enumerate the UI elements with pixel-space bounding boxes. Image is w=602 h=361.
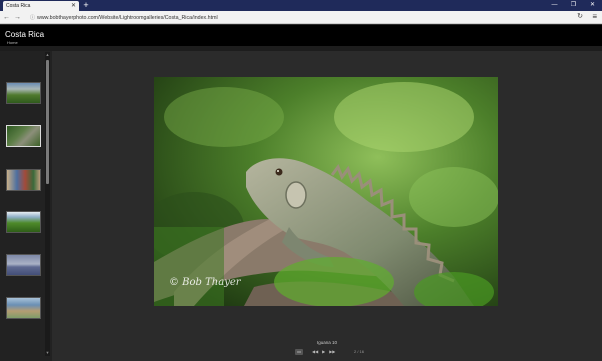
url-text[interactable]: www.bobthayerphoto.com/Website/Lightroom…	[37, 15, 218, 21]
play-icon[interactable]: ▶	[322, 349, 325, 355]
browser-toolbar: ← → ⓘ www.bobthayerphoto.com/Website/Lig…	[0, 11, 602, 24]
thumbnail-5[interactable]	[6, 254, 41, 276]
previous-icon[interactable]: ◀◀	[312, 349, 318, 355]
new-tab-button[interactable]: +	[82, 0, 90, 11]
slideshow-icon[interactable]: ▭	[295, 348, 303, 355]
tab-close-icon[interactable]: ✕	[71, 3, 76, 9]
minimize-icon[interactable]: —	[545, 0, 564, 11]
forward-icon[interactable]: →	[13, 12, 22, 23]
address-bar[interactable]: ⓘ www.bobthayerphoto.com/Website/Lightro…	[30, 13, 570, 22]
scrollbar-thumb[interactable]	[46, 60, 49, 184]
close-window-icon[interactable]: ✕	[583, 0, 602, 11]
browser-tab-strip: Costa Rica ✕ + — ❐ ✕	[0, 0, 602, 11]
iguana-photo-graphic	[154, 77, 498, 306]
thumbnail-2[interactable]	[6, 125, 41, 147]
thumbnail-3[interactable]	[6, 169, 41, 191]
scroll-up-icon[interactable]: ▲	[45, 52, 50, 57]
page-title: Costa Rica	[5, 30, 45, 39]
browser-tab[interactable]: Costa Rica ✕	[3, 1, 79, 11]
back-icon[interactable]: ←	[2, 12, 11, 23]
playback-controls: ▭ ◀◀ ▶ ▶▶	[295, 348, 339, 355]
reload-icon[interactable]: ↻	[577, 12, 583, 20]
scroll-down-icon[interactable]: ▼	[45, 350, 50, 355]
info-icon[interactable]: ⓘ	[30, 14, 35, 21]
thumbnail-4[interactable]	[6, 211, 41, 233]
home-link[interactable]: Home	[7, 40, 18, 45]
tab-title: Costa Rica	[6, 3, 31, 9]
photo-caption: Iguana 10	[316, 340, 338, 345]
menu-icon[interactable]: ≡	[592, 12, 597, 21]
page-header	[0, 25, 602, 46]
next-icon[interactable]: ▶▶	[329, 349, 335, 355]
thumbnail-1[interactable]	[6, 82, 41, 104]
image-counter: 2 / 16	[354, 349, 365, 354]
window-controls: — ❐ ✕	[545, 0, 602, 11]
thumbnail-6[interactable]	[6, 297, 41, 319]
photo-watermark: © Bob Thayer	[169, 277, 241, 288]
restore-icon[interactable]: ❐	[564, 0, 583, 11]
main-photo[interactable]: © Bob Thayer	[154, 77, 498, 306]
